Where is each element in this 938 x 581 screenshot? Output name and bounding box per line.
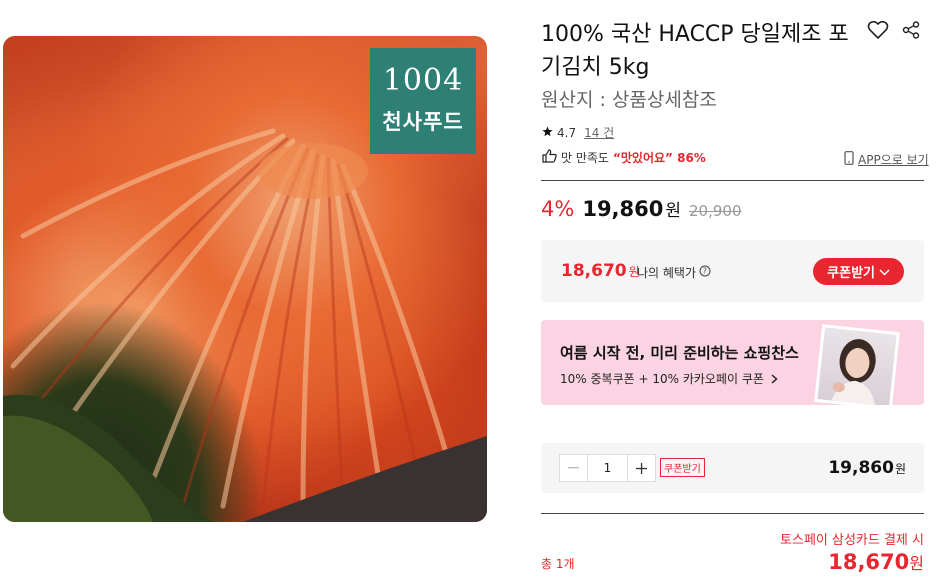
benefit-price: 18,670 원: [561, 261, 640, 281]
info-icon[interactable]: ?: [699, 265, 711, 280]
promo-subtitle-text: 10% 중복쿠폰 + 10% 카카오페이 쿠폰: [560, 372, 764, 386]
plus-icon[interactable]: [627, 455, 655, 481]
heart-icon[interactable]: [866, 18, 890, 42]
rating: 4.7 14 건: [542, 124, 614, 141]
chevron-down-icon: [879, 264, 890, 279]
quantity-value[interactable]: 1: [588, 455, 627, 481]
benefit-box: 18,670 원 나의 혜택가 ? 쿠폰받기: [541, 240, 924, 302]
star-icon: [542, 126, 553, 140]
app-view-link[interactable]: APP으로 보기: [844, 151, 929, 168]
product-title: 100% 국산 HACCP 당일제조 포기김치 5kg: [541, 22, 849, 80]
sale-price: 19,860: [582, 197, 664, 221]
sale-price-unit: 원: [665, 201, 682, 221]
thumbs-up-icon: [542, 149, 557, 166]
coupon-tag[interactable]: 쿠폰받기: [660, 458, 705, 477]
review-count-link[interactable]: 14 건: [584, 124, 614, 141]
divider: [541, 180, 924, 181]
product-origin: 원산지 : 상품상세참조: [541, 89, 717, 111]
line-total-unit: 원: [894, 462, 906, 476]
coupon-download-button[interactable]: 쿠폰받기: [813, 258, 904, 285]
promo-photo: [814, 324, 900, 405]
satisfaction-label: 맛 만족도: [561, 151, 609, 165]
chevron-right-icon: [768, 372, 778, 386]
promo-subtitle: 10% 중복쿠폰 + 10% 카카오페이 쿠폰: [560, 370, 778, 387]
total-price-unit: 원: [909, 554, 924, 573]
benefit-price-value: 18,670: [561, 261, 627, 281]
price-row: 4% 19,860 원 20,900: [541, 196, 742, 221]
original-price: 20,900: [689, 202, 742, 220]
minus-icon[interactable]: [560, 455, 588, 481]
total-price: 18,670원: [828, 550, 924, 574]
quantity-stepper[interactable]: 1: [559, 454, 656, 482]
discount-rate: 4%: [541, 197, 575, 221]
promo-banner[interactable]: 여름 시작 전, 미리 준비하는 쇼핑찬스 10% 중복쿠폰 + 10% 카카오…: [541, 320, 924, 405]
divider: [541, 513, 924, 514]
brand-logo-mark: 1004: [382, 63, 464, 98]
card-discount-note: 토스페이 삼성카드 결제 시: [780, 533, 924, 548]
coupon-button-label: 쿠폰받기: [827, 265, 875, 280]
total-count: 총 1개: [541, 557, 575, 571]
line-total-value: 19,860: [828, 458, 894, 478]
benefit-label[interactable]: 나의 혜택가 ?: [637, 264, 711, 281]
satisfaction-value: “맛있어요” 86%: [612, 151, 706, 165]
promo-title: 여름 시작 전, 미리 준비하는 쇼핑찬스: [560, 344, 799, 362]
brand-logo: 1004 천사푸드: [370, 48, 476, 154]
app-link-label: APP으로 보기: [858, 153, 929, 167]
total-price-value: 18,670: [828, 550, 910, 574]
share-icon[interactable]: [899, 18, 923, 42]
benefit-label-text: 나의 혜택가: [637, 266, 697, 280]
mobile-icon: [844, 151, 854, 168]
product-image: 1004 천사푸드: [3, 36, 487, 522]
brand-name: 천사푸드: [382, 110, 464, 134]
satisfaction: 맛 만족도 “맛있어요” 86%: [542, 149, 706, 166]
svg-text:?: ?: [703, 267, 707, 276]
line-total: 19,860원: [828, 458, 906, 478]
rating-value: 4.7: [557, 125, 577, 140]
quantity-box: 1 쿠폰받기 19,860원: [541, 443, 924, 493]
